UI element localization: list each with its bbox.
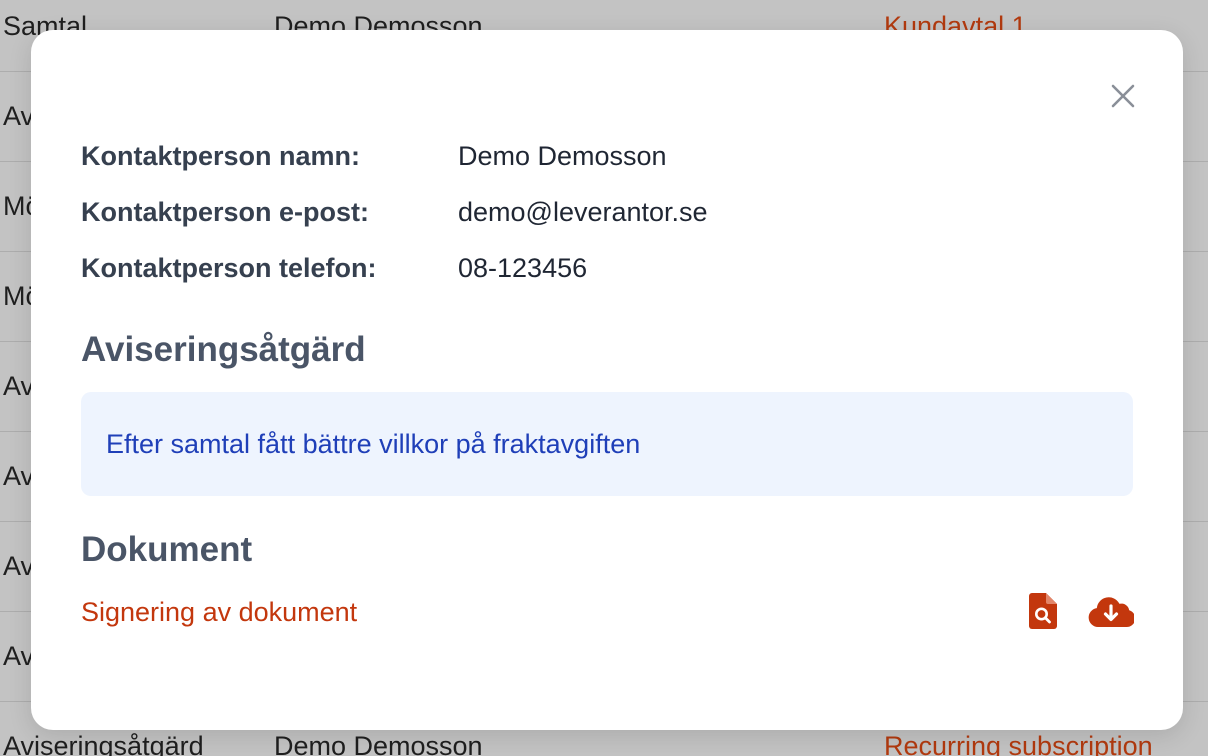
table-cell: Av (3, 371, 35, 401)
file-search-icon (1029, 593, 1057, 629)
table-cell: Av (3, 461, 35, 491)
table-cell: Av (3, 641, 35, 671)
action-notice: Efter samtal fått bättre villkor på frak… (81, 392, 1133, 496)
contact-name-label: Kontaktperson namn: (81, 141, 361, 171)
download-document-button[interactable] (1088, 596, 1134, 628)
details-modal: Kontaktperson namn: Demo Demosson Kontak… (31, 30, 1183, 730)
contact-email-label: Kontaktperson e-post: (81, 197, 370, 227)
table-cell: Av (3, 101, 35, 131)
contact-phone-value: 08-123456 (458, 253, 588, 283)
contact-name-value: Demo Demosson (458, 141, 667, 171)
documents-section-title: Dokument (81, 530, 253, 569)
action-section-title: Aviseringsåtgärd (81, 330, 366, 369)
cloud-download-icon (1088, 597, 1134, 628)
document-link[interactable]: Signering av dokument (81, 594, 357, 630)
action-notice-text: Efter samtal fått bättre villkor på frak… (106, 429, 641, 459)
contact-phone-label: Kontaktperson telefon: (81, 253, 377, 283)
table-cell: Av (3, 551, 35, 581)
contact-email-value: demo@leverantor.se (458, 197, 708, 227)
preview-document-button[interactable] (1029, 593, 1057, 629)
close-button[interactable] (1109, 82, 1137, 110)
close-icon (1111, 84, 1135, 108)
